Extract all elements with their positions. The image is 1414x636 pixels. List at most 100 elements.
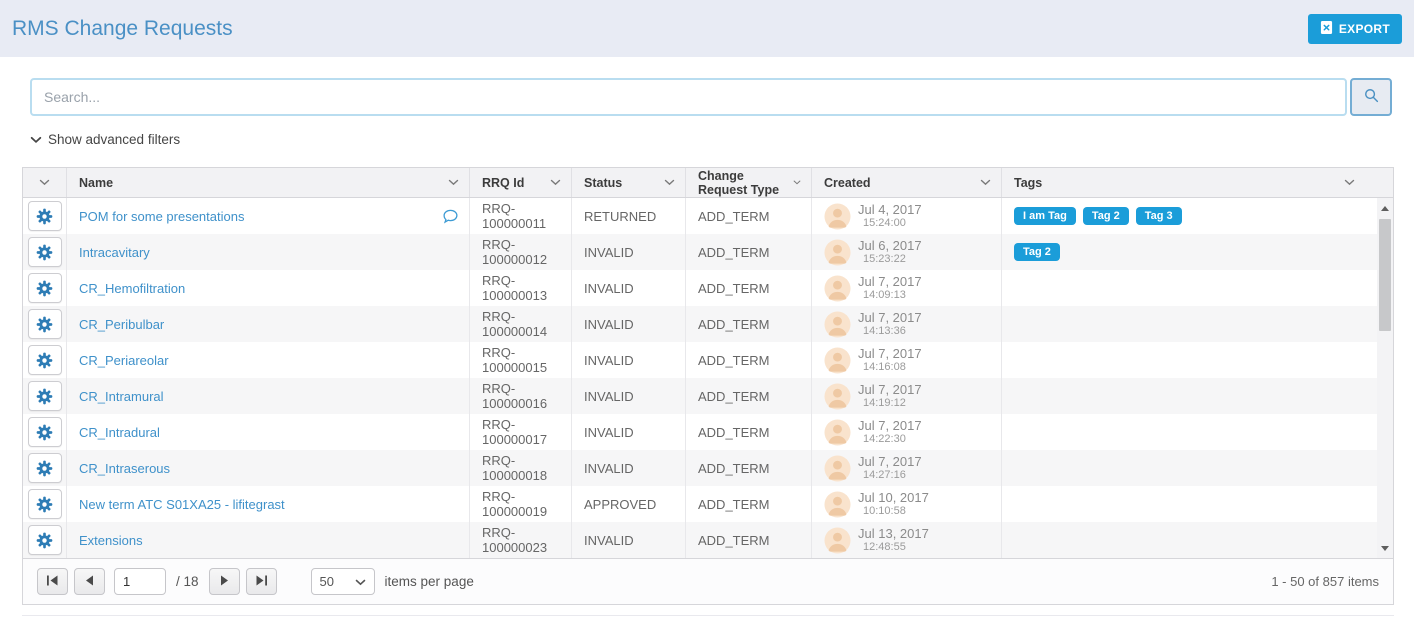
tag-badge[interactable]: Tag 2 <box>1083 207 1129 225</box>
scrollbar-down-arrow[interactable] <box>1377 540 1393 556</box>
change-requests-grid: Name RRQ Id Status Change Request TypeCreat… <box>22 167 1394 605</box>
vertical-scrollbar[interactable] <box>1377 198 1393 558</box>
scrollbar-thumb[interactable] <box>1379 219 1391 331</box>
advanced-filters-toggle[interactable]: Show advanced filters <box>30 132 180 147</box>
change-request-link[interactable]: CR_Intradural <box>79 425 160 440</box>
export-button[interactable]: EXPORT <box>1308 14 1402 44</box>
row-actions-button[interactable] <box>28 201 62 231</box>
column-header-actions[interactable] <box>23 168 67 197</box>
name-cell: POM for some presentations <box>67 198 470 234</box>
change-request-type-cell: ADD_TERM <box>686 270 812 306</box>
user-avatar-icon <box>824 239 851 266</box>
gear-icon <box>36 352 53 369</box>
created-time: 14:19:12 <box>858 397 922 410</box>
row-actions-cell <box>23 522 67 558</box>
gear-icon <box>36 208 53 225</box>
column-header-name[interactable]: Name <box>67 168 470 197</box>
column-header-type[interactable]: Change Request Type <box>686 168 812 197</box>
table-row: CR_IntramuralRRQ-100000016INVALIDADD_TER… <box>23 378 1377 414</box>
chevron-down-icon <box>664 179 675 186</box>
gear-icon <box>36 388 53 405</box>
chevron-down-icon <box>980 179 991 186</box>
row-actions-button[interactable] <box>28 381 62 411</box>
panel-bottom-edge <box>22 615 1394 616</box>
row-actions-button[interactable] <box>28 525 62 555</box>
row-actions-button[interactable] <box>28 453 62 483</box>
created-time: 14:27:16 <box>858 469 922 482</box>
next-page-button[interactable] <box>209 568 240 595</box>
row-actions-cell <box>23 450 67 486</box>
change-request-link[interactable]: POM for some presentations <box>79 209 244 224</box>
tag-badge[interactable]: Tag 2 <box>1014 243 1060 261</box>
change-request-link[interactable]: CR_Hemofiltration <box>79 281 185 296</box>
table-row: CR_IntraserousRRQ-100000018INVALIDADD_TE… <box>23 450 1377 486</box>
excel-file-icon <box>1320 20 1333 38</box>
first-page-icon <box>46 574 59 589</box>
user-avatar-icon <box>824 455 851 482</box>
name-cell: CR_Intramural <box>67 378 470 414</box>
change-request-link[interactable]: CR_Peribulbar <box>79 317 164 332</box>
column-header-label: Name <box>79 176 113 190</box>
gear-icon <box>36 460 53 477</box>
page-number-input[interactable] <box>114 568 166 595</box>
created-cell: Jul 7, 201714:22:30 <box>812 414 1002 450</box>
tags-cell <box>1002 414 1377 450</box>
tag-badge[interactable]: Tag 3 <box>1136 207 1182 225</box>
change-request-link[interactable]: New term ATC S01XA25 - lifitegrast <box>79 497 285 512</box>
change-request-link[interactable]: CR_Intramural <box>79 389 164 404</box>
created-datetime: Jul 13, 201712:48:55 <box>858 526 929 555</box>
rrq-id-cell: RRQ-100000015 <box>470 342 572 378</box>
change-request-type-cell: ADD_TERM <box>686 522 812 558</box>
change-request-link[interactable]: CR_Intraserous <box>79 461 170 476</box>
row-actions-button[interactable] <box>28 273 62 303</box>
table-row: CR_PeriareolarRRQ-100000015INVALIDADD_TE… <box>23 342 1377 378</box>
chevron-down-icon <box>30 132 42 147</box>
tags-cell <box>1002 378 1377 414</box>
change-request-link[interactable]: Intracavitary <box>79 245 150 260</box>
tags-cell <box>1002 522 1377 558</box>
row-actions-button[interactable] <box>28 489 62 519</box>
status-cell: INVALID <box>572 378 686 414</box>
row-actions-button[interactable] <box>28 309 62 339</box>
user-avatar <box>824 491 851 518</box>
last-page-button[interactable] <box>246 568 277 595</box>
tag-badge[interactable]: I am Tag <box>1014 207 1076 225</box>
created-datetime: Jul 4, 201715:24:00 <box>858 202 922 231</box>
created-date: Jul 7, 2017 <box>858 418 922 434</box>
gear-icon <box>36 496 53 513</box>
table-row: CR_PeribulbarRRQ-100000014INVALIDADD_TER… <box>23 306 1377 342</box>
gear-icon <box>36 316 53 333</box>
row-actions-cell <box>23 270 67 306</box>
user-avatar-icon <box>824 275 851 302</box>
search-input[interactable] <box>30 78 1347 116</box>
search-button[interactable] <box>1350 78 1392 116</box>
page-size-select[interactable]: 50 <box>311 568 375 595</box>
row-actions-button[interactable] <box>28 237 62 267</box>
created-datetime: Jul 7, 201714:27:16 <box>858 454 922 483</box>
created-date: Jul 13, 2017 <box>858 526 929 542</box>
row-actions-cell <box>23 198 67 234</box>
pager: / 18 50 items per page 1 - 50 of 857 ite… <box>23 558 1393 604</box>
rrq-id-cell: RRQ-100000023 <box>470 522 572 558</box>
row-actions-cell <box>23 486 67 522</box>
change-request-link[interactable]: CR_Periareolar <box>79 353 169 368</box>
column-header-label: Status <box>584 176 622 190</box>
created-date: Jul 7, 2017 <box>858 346 922 362</box>
column-header-status[interactable]: Status <box>572 168 686 197</box>
column-header-rrq-id[interactable]: RRQ Id <box>470 168 572 197</box>
table-row: POM for some presentationsRRQ-100000011R… <box>23 198 1377 234</box>
column-header-tags[interactable]: Tags <box>1002 168 1393 197</box>
row-actions-button[interactable] <box>28 417 62 447</box>
name-cell: CR_Periareolar <box>67 342 470 378</box>
change-request-link[interactable]: Extensions <box>79 533 143 548</box>
scrollbar-up-arrow[interactable] <box>1377 200 1393 216</box>
first-page-button[interactable] <box>37 568 68 595</box>
column-header-created[interactable]: Created <box>812 168 1002 197</box>
comment-icon[interactable] <box>442 208 459 225</box>
last-page-icon <box>255 574 268 589</box>
created-date: Jul 10, 2017 <box>858 490 929 506</box>
status-cell: RETURNED <box>572 198 686 234</box>
row-actions-button[interactable] <box>28 345 62 375</box>
row-actions-cell <box>23 414 67 450</box>
previous-page-button[interactable] <box>74 568 105 595</box>
